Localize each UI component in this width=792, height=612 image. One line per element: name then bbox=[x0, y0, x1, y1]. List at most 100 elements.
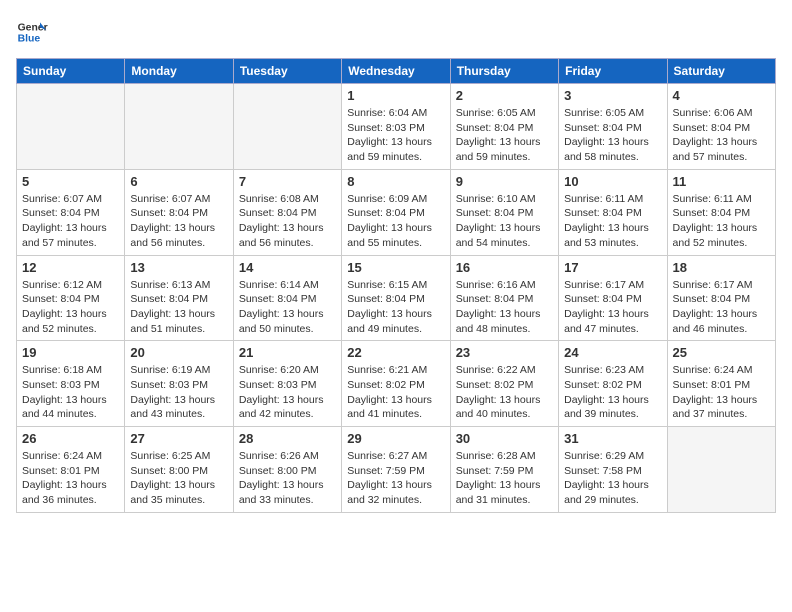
day-info: Sunrise: 6:05 AM Sunset: 8:04 PM Dayligh… bbox=[456, 106, 553, 165]
calendar-cell: 10Sunrise: 6:11 AM Sunset: 8:04 PM Dayli… bbox=[559, 169, 667, 255]
day-info: Sunrise: 6:19 AM Sunset: 8:03 PM Dayligh… bbox=[130, 363, 227, 422]
calendar-cell: 11Sunrise: 6:11 AM Sunset: 8:04 PM Dayli… bbox=[667, 169, 775, 255]
calendar-cell: 30 Sunrise: 6:28 AM Sunset: 7:59 PM Dayli… bbox=[450, 427, 558, 513]
day-info: Sunrise: 6:04 AM Sunset: 8:03 PM Dayligh… bbox=[347, 106, 444, 165]
weekday-header-friday: Friday bbox=[559, 59, 667, 84]
week-row-4: 26 Sunrise: 6:24 AM Sunset: 8:01 PM Dayli… bbox=[17, 427, 776, 513]
calendar-cell: 4 Sunrise: 6:06 AM Sunset: 8:04 PM Daylig… bbox=[667, 84, 775, 170]
day-number: 14 bbox=[239, 260, 336, 275]
day-info: Sunrise: 6:17 AM Sunset: 8:04 PM Dayligh… bbox=[673, 278, 770, 337]
day-number: 18 bbox=[673, 260, 770, 275]
day-number: 19 bbox=[22, 345, 119, 360]
calendar-cell: 5 Sunrise: 6:07 AM Sunset: 8:04 PM Daylig… bbox=[17, 169, 125, 255]
day-info: Sunrise: 6:21 AM Sunset: 8:02 PM Dayligh… bbox=[347, 363, 444, 422]
day-info: Sunrise: 6:06 AM Sunset: 8:04 PM Dayligh… bbox=[673, 106, 770, 165]
calendar-cell: 17 Sunrise: 6:17 AM Sunset: 8:04 PM Dayli… bbox=[559, 255, 667, 341]
calendar-cell bbox=[125, 84, 233, 170]
calendar-cell: 1 Sunrise: 6:04 AM Sunset: 8:03 PM Daylig… bbox=[342, 84, 450, 170]
day-info: Sunrise: 6:13 AM Sunset: 8:04 PM Dayligh… bbox=[130, 278, 227, 337]
day-number: 30 bbox=[456, 431, 553, 446]
calendar-cell: 13 Sunrise: 6:13 AM Sunset: 8:04 PM Dayli… bbox=[125, 255, 233, 341]
calendar-cell: 26 Sunrise: 6:24 AM Sunset: 8:01 PM Dayli… bbox=[17, 427, 125, 513]
day-number: 28 bbox=[239, 431, 336, 446]
day-number: 2 bbox=[456, 88, 553, 103]
calendar-cell: 18 Sunrise: 6:17 AM Sunset: 8:04 PM Dayli… bbox=[667, 255, 775, 341]
day-number: 20 bbox=[130, 345, 227, 360]
calendar-cell: 21 Sunrise: 6:20 AM Sunset: 8:03 PM Dayli… bbox=[233, 341, 341, 427]
day-info: Sunrise: 6:08 AM Sunset: 8:04 PM Dayligh… bbox=[239, 192, 336, 251]
day-number: 31 bbox=[564, 431, 661, 446]
day-info: Sunrise: 6:28 AM Sunset: 7:59 PM Dayligh… bbox=[456, 449, 553, 508]
day-info: Sunrise: 6:14 AM Sunset: 8:04 PM Dayligh… bbox=[239, 278, 336, 337]
day-number: 23 bbox=[456, 345, 553, 360]
day-info: Sunrise: 6:27 AM Sunset: 7:59 PM Dayligh… bbox=[347, 449, 444, 508]
weekday-header-thursday: Thursday bbox=[450, 59, 558, 84]
calendar-cell: 2 Sunrise: 6:05 AM Sunset: 8:04 PM Daylig… bbox=[450, 84, 558, 170]
calendar-cell: 28Sunrise: 6:26 AM Sunset: 8:00 PM Dayli… bbox=[233, 427, 341, 513]
calendar-cell: 24 Sunrise: 6:23 AM Sunset: 8:02 PM Dayli… bbox=[559, 341, 667, 427]
day-number: 29 bbox=[347, 431, 444, 446]
weekday-header-sunday: Sunday bbox=[17, 59, 125, 84]
day-info: Sunrise: 6:24 AM Sunset: 8:01 PM Dayligh… bbox=[673, 363, 770, 422]
day-info: Sunrise: 6:11 AM Sunset: 8:04 PM Dayligh… bbox=[564, 192, 661, 251]
calendar-cell: 9 Sunrise: 6:10 AM Sunset: 8:04 PM Daylig… bbox=[450, 169, 558, 255]
week-row-0: 1 Sunrise: 6:04 AM Sunset: 8:03 PM Daylig… bbox=[17, 84, 776, 170]
calendar-cell: 16Sunrise: 6:16 AM Sunset: 8:04 PM Dayli… bbox=[450, 255, 558, 341]
day-number: 21 bbox=[239, 345, 336, 360]
day-info: Sunrise: 6:07 AM Sunset: 8:04 PM Dayligh… bbox=[130, 192, 227, 251]
day-info: Sunrise: 6:18 AM Sunset: 8:03 PM Dayligh… bbox=[22, 363, 119, 422]
day-number: 24 bbox=[564, 345, 661, 360]
calendar-cell: 19 Sunrise: 6:18 AM Sunset: 8:03 PM Dayli… bbox=[17, 341, 125, 427]
day-info: Sunrise: 6:20 AM Sunset: 8:03 PM Dayligh… bbox=[239, 363, 336, 422]
day-number: 9 bbox=[456, 174, 553, 189]
calendar-cell: 20 Sunrise: 6:19 AM Sunset: 8:03 PM Dayli… bbox=[125, 341, 233, 427]
logo: General Blue bbox=[16, 16, 48, 48]
week-row-2: 12Sunrise: 6:12 AM Sunset: 8:04 PM Dayli… bbox=[17, 255, 776, 341]
day-number: 4 bbox=[673, 88, 770, 103]
logo-icon: General Blue bbox=[16, 16, 48, 48]
page-header: General Blue bbox=[16, 16, 776, 48]
weekday-header-tuesday: Tuesday bbox=[233, 59, 341, 84]
day-number: 1 bbox=[347, 88, 444, 103]
day-info: Sunrise: 6:22 AM Sunset: 8:02 PM Dayligh… bbox=[456, 363, 553, 422]
day-number: 7 bbox=[239, 174, 336, 189]
day-info: Sunrise: 6:24 AM Sunset: 8:01 PM Dayligh… bbox=[22, 449, 119, 508]
day-number: 15 bbox=[347, 260, 444, 275]
day-info: Sunrise: 6:17 AM Sunset: 8:04 PM Dayligh… bbox=[564, 278, 661, 337]
day-number: 13 bbox=[130, 260, 227, 275]
day-number: 6 bbox=[130, 174, 227, 189]
weekday-header-saturday: Saturday bbox=[667, 59, 775, 84]
calendar-cell bbox=[233, 84, 341, 170]
day-info: Sunrise: 6:29 AM Sunset: 7:58 PM Dayligh… bbox=[564, 449, 661, 508]
week-row-3: 19 Sunrise: 6:18 AM Sunset: 8:03 PM Dayli… bbox=[17, 341, 776, 427]
day-number: 12 bbox=[22, 260, 119, 275]
day-number: 25 bbox=[673, 345, 770, 360]
calendar-cell: 15Sunrise: 6:15 AM Sunset: 8:04 PM Dayli… bbox=[342, 255, 450, 341]
day-number: 3 bbox=[564, 88, 661, 103]
calendar-cell: 7 Sunrise: 6:08 AM Sunset: 8:04 PM Daylig… bbox=[233, 169, 341, 255]
calendar-cell: 3 Sunrise: 6:05 AM Sunset: 8:04 PM Daylig… bbox=[559, 84, 667, 170]
day-number: 8 bbox=[347, 174, 444, 189]
day-info: Sunrise: 6:09 AM Sunset: 8:04 PM Dayligh… bbox=[347, 192, 444, 251]
day-info: Sunrise: 6:23 AM Sunset: 8:02 PM Dayligh… bbox=[564, 363, 661, 422]
weekday-header-row: SundayMondayTuesdayWednesdayThursdayFrid… bbox=[17, 59, 776, 84]
day-number: 26 bbox=[22, 431, 119, 446]
day-info: Sunrise: 6:10 AM Sunset: 8:04 PM Dayligh… bbox=[456, 192, 553, 251]
week-row-1: 5 Sunrise: 6:07 AM Sunset: 8:04 PM Daylig… bbox=[17, 169, 776, 255]
calendar-table: SundayMondayTuesdayWednesdayThursdayFrid… bbox=[16, 58, 776, 513]
calendar-cell: 27Sunrise: 6:25 AM Sunset: 8:00 PM Dayli… bbox=[125, 427, 233, 513]
calendar-cell: 8 Sunrise: 6:09 AM Sunset: 8:04 PM Daylig… bbox=[342, 169, 450, 255]
calendar-cell bbox=[667, 427, 775, 513]
day-number: 5 bbox=[22, 174, 119, 189]
day-number: 17 bbox=[564, 260, 661, 275]
svg-text:Blue: Blue bbox=[18, 34, 41, 45]
calendar-cell: 12Sunrise: 6:12 AM Sunset: 8:04 PM Dayli… bbox=[17, 255, 125, 341]
day-number: 27 bbox=[130, 431, 227, 446]
day-number: 22 bbox=[347, 345, 444, 360]
calendar-cell: 6 Sunrise: 6:07 AM Sunset: 8:04 PM Daylig… bbox=[125, 169, 233, 255]
day-info: Sunrise: 6:05 AM Sunset: 8:04 PM Dayligh… bbox=[564, 106, 661, 165]
day-number: 16 bbox=[456, 260, 553, 275]
calendar-cell: 22 Sunrise: 6:21 AM Sunset: 8:02 PM Dayli… bbox=[342, 341, 450, 427]
day-info: Sunrise: 6:07 AM Sunset: 8:04 PM Dayligh… bbox=[22, 192, 119, 251]
calendar-cell: 29 Sunrise: 6:27 AM Sunset: 7:59 PM Dayli… bbox=[342, 427, 450, 513]
